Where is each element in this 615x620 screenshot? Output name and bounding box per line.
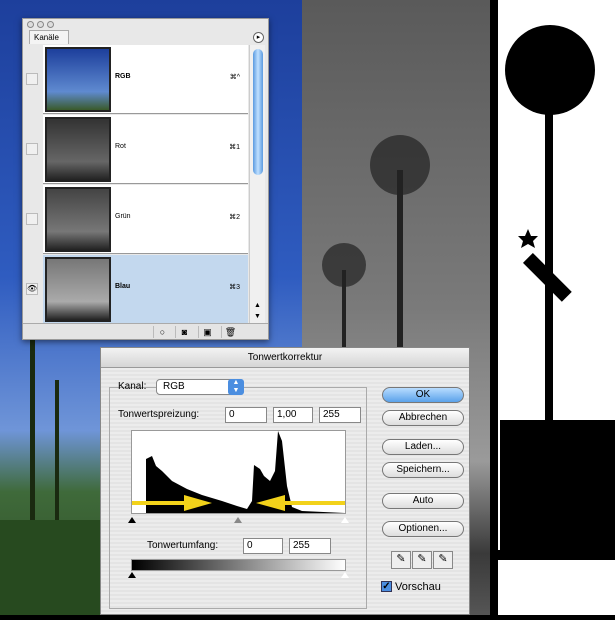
histogram [131, 430, 346, 514]
output-black-slider[interactable] [128, 572, 136, 578]
gray-eyedropper-icon[interactable]: ✎ [412, 551, 432, 569]
output-gradient-bar [131, 559, 346, 571]
dialog-title: Tonwertkorrektur [101, 348, 469, 368]
load-selection-icon[interactable]: ○ [153, 326, 171, 338]
channel-row-rgb[interactable]: RGB ⌘^ [26, 45, 248, 114]
panel-menu-button[interactable]: ▸ [253, 32, 264, 43]
new-channel-icon[interactable]: ▣ [198, 326, 216, 338]
channel-select-value: RGB [163, 381, 185, 392]
zoom-button[interactable] [47, 21, 54, 28]
chevron-updown-icon: ▲ ▼ [228, 379, 244, 395]
scrollbar[interactable]: ▲ ▼ [249, 45, 265, 323]
trash-icon[interactable]: 🗑 [221, 326, 239, 338]
close-button[interactable] [27, 21, 34, 28]
channel-thumbnail [45, 117, 111, 182]
cancel-button[interactable]: Abbrechen [382, 410, 464, 426]
channel-shortcut: ⌘^ [229, 74, 240, 81]
input-white-field[interactable]: 255 [319, 407, 361, 423]
photo-threshold [490, 0, 615, 615]
output-white-field[interactable]: 255 [289, 538, 331, 554]
output-black-field[interactable]: 0 [243, 538, 283, 554]
options-button[interactable]: Optionen... [382, 521, 464, 537]
save-selection-icon[interactable]: ◙ [175, 326, 193, 338]
channel-name: Grün [115, 213, 131, 220]
minimize-button[interactable] [37, 21, 44, 28]
magic-wand-icon [518, 229, 572, 302]
visibility-toggle[interactable] [26, 143, 38, 155]
channel-select[interactable]: RGB ▲ ▼ [156, 379, 244, 395]
scrollbar-thumb[interactable] [253, 49, 263, 175]
channel-shortcut: ⌘1 [229, 144, 240, 151]
scroll-up-arrow-icon[interactable]: ▲ [254, 302, 261, 309]
input-gamma-field[interactable]: 1,00 [273, 407, 313, 423]
input-white-slider[interactable] [341, 517, 349, 523]
channel-shortcut: ⌘2 [229, 214, 240, 221]
visibility-toggle[interactable] [26, 73, 38, 85]
black-eyedropper-icon[interactable]: ✎ [391, 551, 411, 569]
channel-thumbnail [45, 187, 111, 252]
output-levels-label: Tonwertumfang: [147, 540, 219, 551]
channel-thumbnail [45, 257, 111, 322]
channel-shortcut: ⌘3 [229, 284, 240, 291]
channel-row-blue[interactable]: 👁 Blau ⌘3 [26, 255, 248, 324]
levels-dialog: Tonwertkorrektur Kanal: RGB ▲ ▼ Tonwertspr… [100, 347, 470, 615]
input-levels-label: Tonwertspreizung: [118, 409, 200, 420]
save-button[interactable]: Speichern... [382, 462, 464, 478]
channel-row-red[interactable]: Rot ⌘1 [26, 115, 248, 184]
channel-label: Kanal: [118, 381, 147, 392]
eye-icon[interactable]: 👁 [26, 283, 38, 295]
input-gamma-slider[interactable] [234, 517, 242, 523]
channel-name: Rot [115, 143, 126, 150]
histogram-graph [132, 431, 345, 513]
channels-panel: Kanäle ▸ RGB ⌘^ Rot ⌘1 Grün ⌘2 👁 Blau ⌘3… [22, 18, 269, 340]
load-button[interactable]: Laden... [382, 439, 464, 455]
output-white-slider[interactable] [341, 572, 349, 578]
white-eyedropper-icon[interactable]: ✎ [433, 551, 453, 569]
panel-footer: ○ ◙ ▣ 🗑 [23, 323, 268, 339]
channel-name: RGB [115, 73, 131, 80]
threshold-silhouettes [490, 0, 615, 615]
channel-row-green[interactable]: Grün ⌘2 [26, 185, 248, 254]
tab-channels[interactable]: Kanäle [29, 30, 69, 44]
channel-thumbnail [45, 47, 111, 112]
preview-checkbox[interactable]: ✓ [381, 581, 392, 592]
visibility-toggle[interactable] [26, 213, 38, 225]
scroll-down-arrow-icon[interactable]: ▼ [254, 313, 261, 320]
input-black-field[interactable]: 0 [225, 407, 267, 423]
preview-label: Vorschau [395, 581, 441, 593]
input-black-slider[interactable] [128, 517, 136, 523]
auto-button[interactable]: Auto [382, 493, 464, 509]
channel-name: Blau [115, 283, 131, 290]
ok-button[interactable]: OK [382, 387, 464, 403]
